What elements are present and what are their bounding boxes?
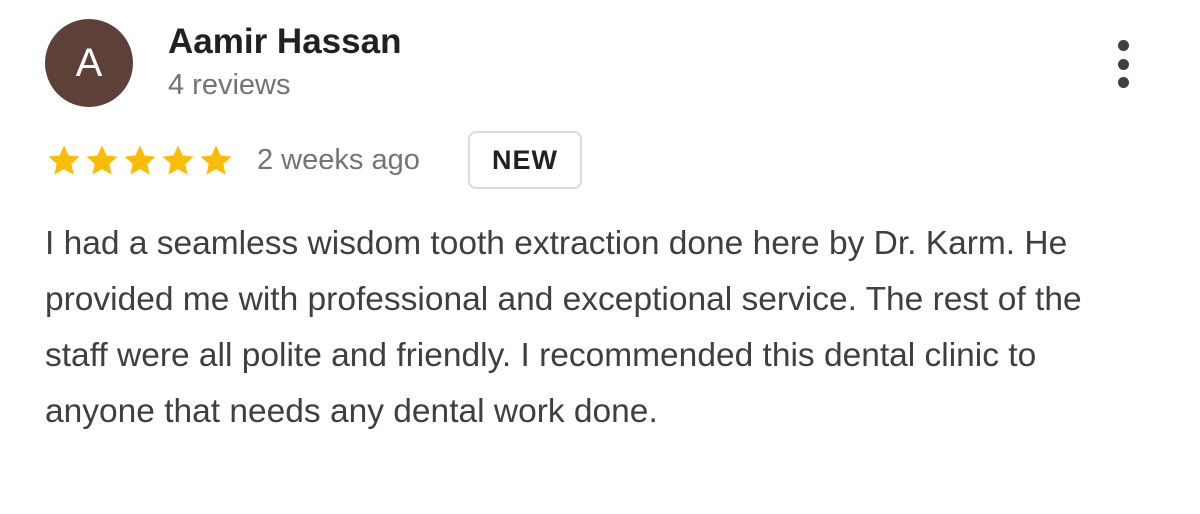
avatar-initial: A <box>75 41 103 85</box>
review-count: 4 reviews <box>168 69 291 101</box>
more-vert-icon-dot <box>1117 40 1129 51</box>
star-icon <box>200 145 232 175</box>
new-badge: NEW <box>468 131 582 189</box>
star-icon <box>124 145 156 175</box>
review-date: 2 weeks ago <box>257 144 420 176</box>
star-icon <box>86 145 118 175</box>
avatar[interactable]: A <box>45 19 133 107</box>
more-vert-icon-dot <box>1117 58 1129 70</box>
more-options-button[interactable] <box>1103 36 1143 92</box>
review-card: A Aamir Hassan 4 reviews 2 weeks ago NEW… <box>0 0 1200 514</box>
star-rating <box>45 141 235 181</box>
author-name[interactable]: Aamir Hassan <box>168 22 401 62</box>
star-icon <box>162 145 194 175</box>
star-icon <box>48 145 80 175</box>
review-text: I had a seamless wisdom tooth extraction… <box>45 225 1082 430</box>
more-vert-icon-dot <box>1117 77 1129 88</box>
